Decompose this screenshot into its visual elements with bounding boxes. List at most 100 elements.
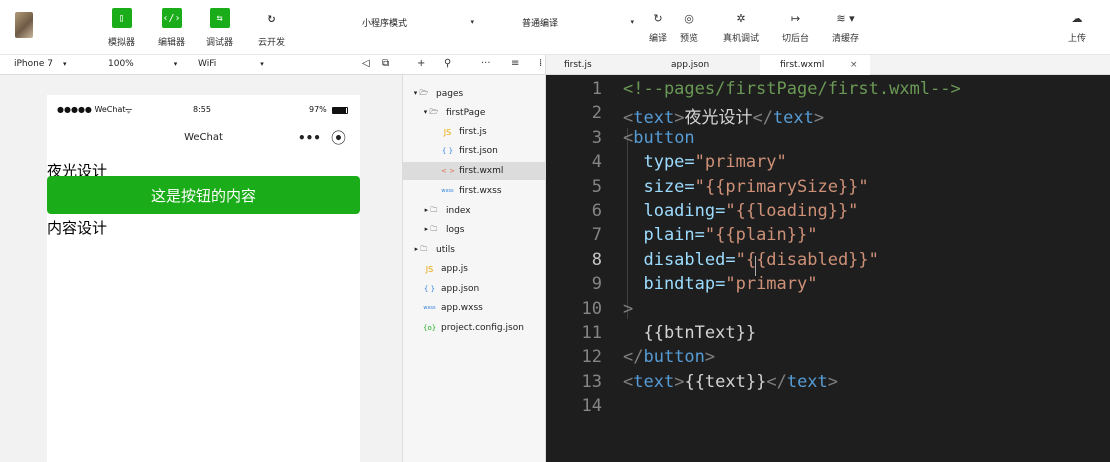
line-number: 1	[591, 79, 602, 99]
compile-mode-select[interactable]: 普通编译 ▾	[516, 12, 640, 32]
code-token: >	[623, 298, 634, 319]
chevron-down-icon: ▾	[260, 60, 264, 68]
zoom-select[interactable]: 100% ▾	[108, 59, 177, 69]
close-icon[interactable]: ×	[850, 60, 858, 70]
clear-cache-label: 清缓存	[832, 34, 860, 44]
tree-file-app-wxss[interactable]: wxss app.wxss	[423, 299, 483, 317]
tree-file-first-wxss[interactable]: wxss first.wxss	[441, 182, 502, 200]
simulator-icon: ▯	[111, 8, 132, 28]
tree-item-label: app.wxss	[441, 303, 483, 313]
status-time: 8:55	[193, 105, 211, 114]
tab-first-wxml[interactable]: first.wxml ×	[760, 55, 870, 75]
wifi-icon: ᯤ	[125, 106, 133, 115]
wxss-file-icon: wxss	[423, 305, 436, 311]
tree-item-label: index	[446, 206, 471, 216]
code-token: >	[827, 371, 839, 392]
more-icon[interactable]: •••	[298, 131, 321, 145]
folder-icon: ▸ 🗀	[414, 244, 428, 253]
tree-folder-firstpage[interactable]: ▾ 🗁 firstPage	[421, 104, 486, 122]
tab-label: first.wxml	[780, 60, 825, 70]
tree-folder-utils[interactable]: ▸ 🗀 utils	[411, 241, 455, 259]
tree-file-first-json[interactable]: { } first.json	[441, 142, 498, 160]
code-token: type=	[623, 152, 695, 173]
tree-item-label: project.config.json	[441, 323, 524, 333]
code-token: <	[623, 108, 634, 129]
code-token: "{{loading}}"	[725, 201, 859, 221]
code-line: plain="{{plain}}"	[623, 225, 817, 245]
debugger-button[interactable]: ⇆ 调试器	[206, 8, 233, 50]
tree-folder-logs[interactable]: ▸ 🗀 logs	[421, 221, 465, 239]
home-circle-icon[interactable]: ⦿	[331, 127, 346, 148]
chevron-down-icon: ▾	[630, 18, 634, 26]
background-button[interactable]: ↦ 切后台	[782, 10, 809, 45]
code-token: "{{primarySize}}"	[694, 176, 869, 197]
tree-file-app-js[interactable]: JS app.js	[423, 260, 468, 278]
tab-label: first.js	[564, 60, 592, 70]
search-icon[interactable]: ⚲	[444, 58, 451, 69]
preview-button[interactable]: ◎ 预览	[680, 10, 699, 45]
device-debug-label: 真机调试	[723, 34, 760, 44]
folder-icon: ▸ 🗀	[424, 224, 438, 233]
line-number: 4	[591, 152, 602, 173]
device-select[interactable]: iPhone 7 ▾	[14, 59, 66, 69]
nav-capsule[interactable]: ••• ⦿	[298, 127, 346, 148]
code-token: button	[643, 347, 705, 368]
file-tree: ▾ 🗁 pages ▾ 🗁 firstPage JS first.js { } …	[403, 75, 546, 462]
device-debug-button[interactable]: ✲ 真机调试	[723, 10, 760, 45]
preview-label: 预览	[680, 34, 699, 44]
content-design-text: 内容设计	[47, 219, 108, 237]
tree-folder-index[interactable]: ▸ 🗀 index	[421, 202, 471, 220]
simulator-label: 模拟器	[108, 38, 136, 48]
tree-file-project-config[interactable]: {o} project.config.json	[423, 319, 524, 337]
split-icon[interactable]: ⁞	[539, 58, 542, 69]
tree-folder-pages[interactable]: ▾ 🗁 pages	[411, 85, 463, 103]
line-number: 2	[591, 103, 602, 124]
upload-button[interactable]: ☁ 上传	[1068, 10, 1086, 45]
preview-icon: ◎	[684, 11, 694, 25]
code-token: >	[813, 108, 825, 129]
chevron-down-icon: ▾	[470, 18, 474, 26]
tree-item-label: first.wxss	[459, 186, 502, 196]
device-debug-icon: ✲	[736, 11, 746, 25]
line-number: 6	[591, 201, 602, 221]
folder-open-icon: ▾ 🗁	[413, 88, 429, 97]
tab-first-js[interactable]: first.js	[564, 55, 592, 75]
clear-cache-button[interactable]: ≋ ▾ 清缓存	[832, 10, 860, 45]
mode-select-value: 小程序模式	[362, 18, 408, 29]
code-token: </	[623, 347, 644, 368]
code-line: type="primary"	[623, 152, 786, 173]
network-select[interactable]: WiFi ▾	[198, 59, 264, 69]
tree-item-label: first.js	[459, 127, 487, 137]
tab-app-json[interactable]: app.json	[671, 55, 709, 75]
code-editor[interactable]: 1 2 3 4 5 6 7 8 9 10 11 12 13 14 <!--pages/firstPage/…	[546, 75, 1110, 462]
code-token: text	[633, 371, 675, 392]
editor-button[interactable]: ‹/› 编辑器	[158, 8, 185, 50]
simulator-button[interactable]: ▯ 模拟器	[108, 8, 135, 50]
tree-file-first-wxml[interactable]: < > first.wxml	[403, 162, 545, 180]
mode-select[interactable]: 小程序模式 ▾	[356, 12, 480, 32]
tree-file-first-js[interactable]: JS first.js	[441, 123, 487, 141]
primary-button[interactable]: 这是按钮的内容	[47, 176, 360, 214]
primary-button-label: 这是按钮的内容	[150, 186, 256, 205]
folder-icon: ▸ 🗀	[424, 205, 438, 214]
popout-icon[interactable]: ⧉	[382, 58, 389, 69]
cloud-dev-label: 云开发	[258, 38, 286, 48]
tree-file-app-json[interactable]: { } app.json	[423, 280, 479, 298]
collapse-icon[interactable]: ≡	[511, 58, 519, 69]
folder-open-icon: ▾ 🗁	[423, 107, 439, 116]
json-file-icon: { }	[423, 285, 436, 293]
cloud-dev-button[interactable]: ↻ 云开发	[258, 8, 285, 50]
tree-item-label: logs	[446, 225, 465, 235]
code-token: button	[633, 127, 695, 148]
avatar[interactable]	[15, 12, 33, 38]
line-number: 13	[581, 371, 602, 392]
editor-label: 编辑器	[158, 38, 186, 48]
status-bar: ●●●●● WeChat ᯤ 8:55 97%	[47, 105, 360, 119]
line-number: 11	[581, 323, 602, 343]
add-file-icon[interactable]: +	[417, 58, 425, 69]
compile-button[interactable]: ↻ 编译	[649, 10, 667, 45]
code-token: <	[623, 127, 634, 148]
volume-icon[interactable]: ◁	[362, 58, 370, 69]
upload-icon: ☁	[1071, 11, 1083, 25]
more-options-icon[interactable]: ···	[481, 58, 491, 69]
